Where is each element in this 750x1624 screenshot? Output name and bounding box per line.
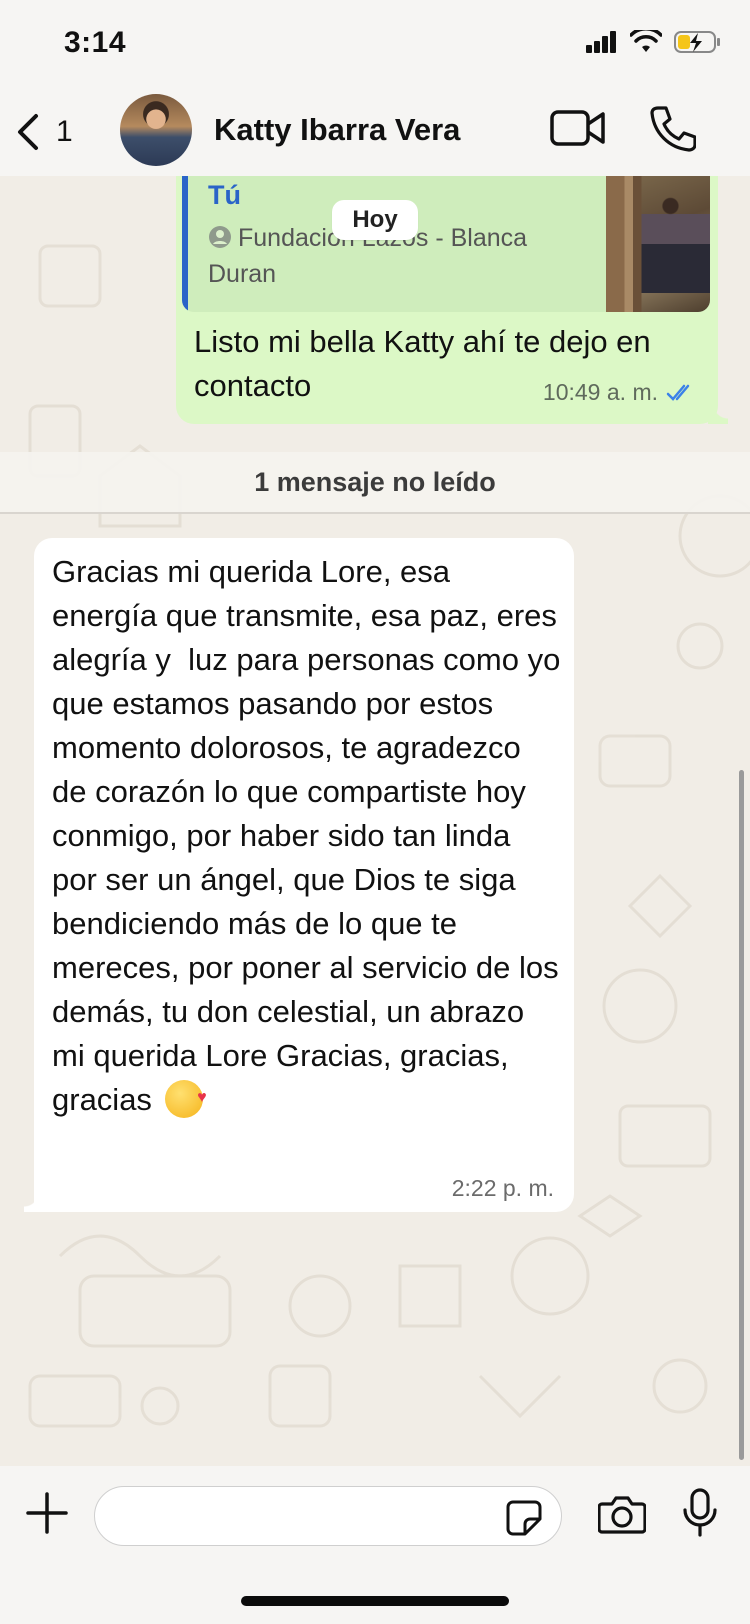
quote-thumbnail bbox=[606, 176, 710, 312]
chat-header: 1 Katty Ibarra Vera bbox=[0, 90, 750, 176]
status-icons bbox=[586, 30, 722, 54]
wifi-icon bbox=[630, 30, 662, 52]
quote-author: Tú bbox=[208, 180, 241, 210]
quoted-message[interactable]: Tú Fundacion Lazos - Blanca Duran bbox=[182, 176, 710, 312]
home-indicator[interactable] bbox=[241, 1596, 509, 1606]
video-call-icon[interactable] bbox=[550, 108, 606, 148]
cellular-signal-icon bbox=[586, 31, 616, 53]
date-separator: Hoy bbox=[332, 200, 418, 240]
camera-icon[interactable] bbox=[598, 1494, 646, 1534]
unread-messages-divider: 1 mensaje no leído bbox=[0, 452, 750, 514]
read-receipt-icon bbox=[666, 384, 690, 401]
chevron-left-icon bbox=[18, 114, 38, 150]
status-time: 3:14 bbox=[64, 26, 127, 59]
incoming-message-text: Gracias mi querida Lore, esa energía que… bbox=[52, 554, 569, 1117]
outgoing-message-meta: 10:49 a. m. bbox=[543, 379, 696, 406]
plus-icon[interactable] bbox=[26, 1492, 68, 1534]
outgoing-message-time: 10:49 a. m. bbox=[542, 379, 658, 405]
battery-charging-icon bbox=[674, 31, 720, 53]
sticker-icon[interactable] bbox=[505, 1499, 543, 1537]
message-input[interactable] bbox=[94, 1486, 562, 1546]
incoming-message-bubble[interactable]: Gracias mi querida Lore, esa energía que… bbox=[24, 538, 574, 1212]
contact-avatar[interactable] bbox=[120, 94, 192, 166]
incoming-message-time: 2:22 p. m. bbox=[451, 1175, 554, 1201]
incoming-message-text-container: Gracias mi querida Lore, esa energía que… bbox=[52, 550, 562, 1122]
back-button[interactable]: 1 bbox=[14, 102, 84, 162]
chat-scrollbar[interactable] bbox=[739, 770, 744, 1460]
microphone-icon[interactable] bbox=[682, 1488, 718, 1538]
unread-chats-count: 1 bbox=[56, 115, 73, 148]
kissing-face-emoji bbox=[164, 1076, 207, 1120]
contact-name[interactable]: Katty Ibarra Vera bbox=[214, 112, 460, 148]
phone-call-icon[interactable] bbox=[650, 104, 696, 152]
outgoing-message-bubble[interactable]: Tú Fundacion Lazos - Blanca Duran Listo … bbox=[176, 176, 728, 424]
contact-card-icon bbox=[209, 226, 231, 248]
quote-accent-bar bbox=[182, 176, 188, 312]
status-bar: 3:14 bbox=[0, 0, 750, 90]
